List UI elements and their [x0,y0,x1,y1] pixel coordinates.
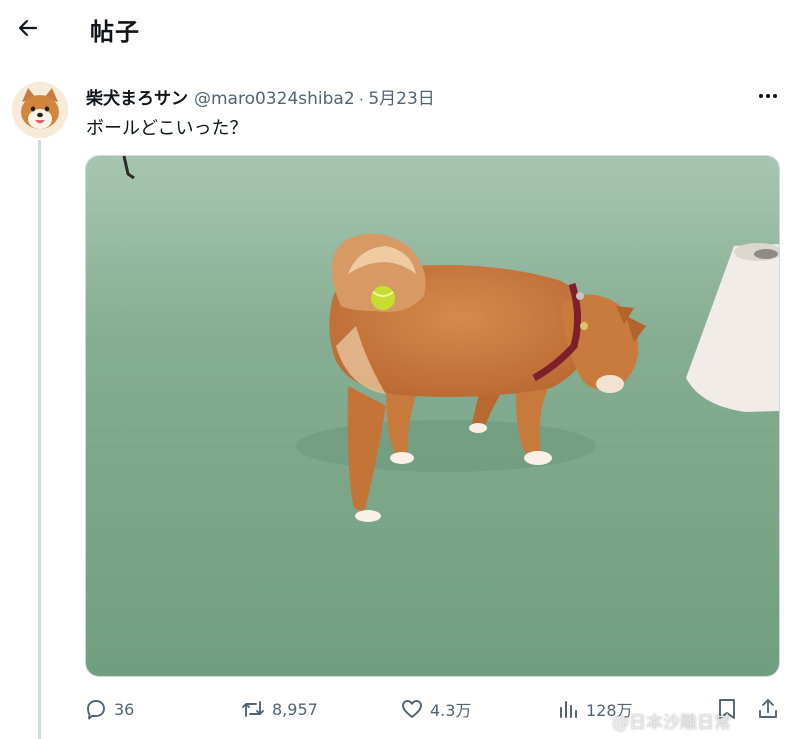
reply-icon [87,700,105,720]
reply-count: 36 [114,699,135,719]
post-date[interactable]: 5月23日 [368,84,434,109]
photo-shiba-inu-with-tennis-ball [86,156,779,676]
post-text: ボールどこいった？ [86,118,248,139]
watermark-text: @日本沙雕日常 [612,713,731,733]
thread-connector-line [38,140,41,739]
top-bar: 帖子 [0,0,800,58]
shiba-avatar-icon [12,82,68,138]
post-meta: 柴犬まろサン @maro0324shiba2 · 5月23日 [86,84,435,109]
back-button[interactable] [12,12,44,44]
like-button[interactable]: 4.3万 [400,694,471,724]
page-title: 帖子 [90,18,140,46]
post-media[interactable] [85,155,780,677]
author-handle[interactable]: @maro0324shiba2 [194,89,355,109]
meta-separator: · [358,89,365,108]
repost-button[interactable]: 8,957 [240,694,318,724]
more-horizontal-icon [759,94,777,98]
repost-icon [242,701,264,717]
author-name[interactable]: 柴犬まろサン [86,84,188,109]
heart-icon [402,700,422,718]
reply-button[interactable]: 36 [84,694,134,724]
like-count: 4.3万 [430,701,472,720]
repost-count: 8,957 [272,699,318,719]
share-icon [759,699,777,718]
more-button[interactable] [752,84,784,108]
views-chart-icon [560,701,577,718]
arrow-left-icon [18,19,38,37]
share-button[interactable] [756,694,780,724]
avatar[interactable] [12,82,68,138]
